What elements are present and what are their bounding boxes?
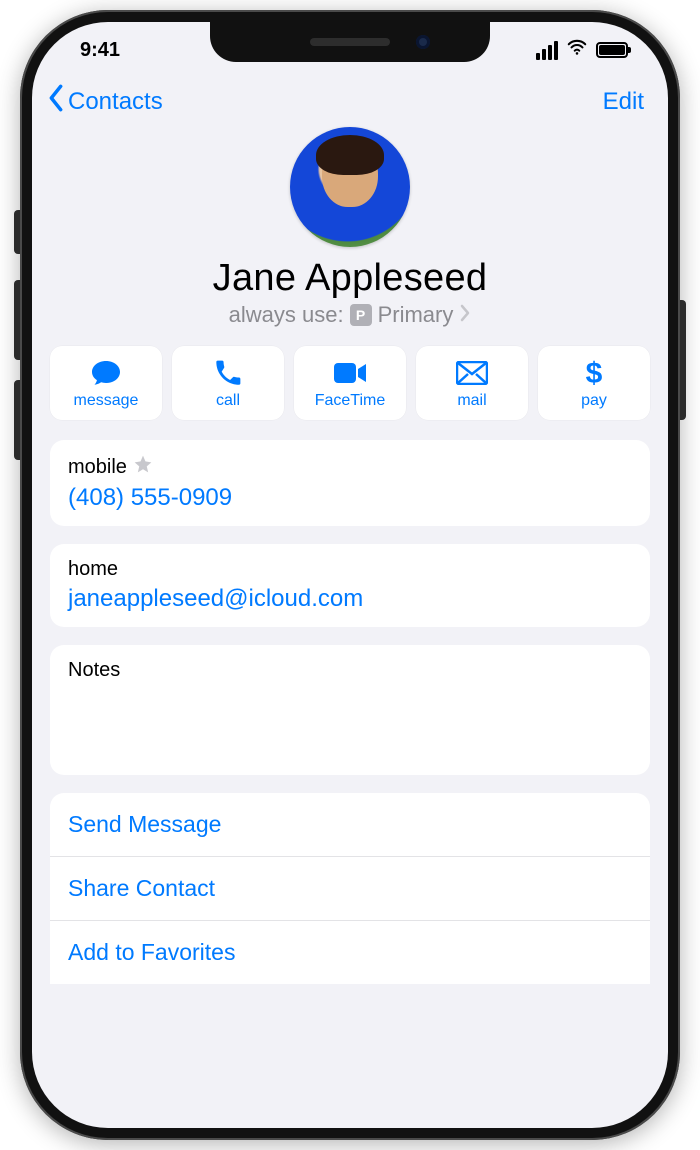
phone-card[interactable]: mobile (408) 555-0909 xyxy=(50,440,650,526)
phone-icon xyxy=(214,358,242,388)
share-contact-row[interactable]: Share Contact xyxy=(50,857,650,921)
back-label: Contacts xyxy=(68,88,163,116)
wifi-icon xyxy=(566,36,588,64)
star-icon xyxy=(133,454,153,480)
cellular-icon xyxy=(536,41,558,60)
mail-icon xyxy=(456,358,488,388)
chevron-left-icon xyxy=(46,84,66,119)
add-favorites-row[interactable]: Add to Favorites xyxy=(50,921,650,984)
call-label: call xyxy=(216,392,240,410)
status-indicators xyxy=(536,36,628,64)
video-icon xyxy=(333,358,367,388)
battery-icon xyxy=(596,42,628,58)
status-time: 9:41 xyxy=(80,39,120,62)
facetime-label: FaceTime xyxy=(315,392,386,410)
default-line-row[interactable]: always use: P Primary xyxy=(52,302,648,328)
mail-label: mail xyxy=(457,392,486,410)
dollar-icon: $ xyxy=(584,358,604,388)
send-message-row[interactable]: Send Message xyxy=(50,793,650,857)
pay-button[interactable]: $ pay xyxy=(538,346,650,420)
message-label: message xyxy=(74,392,139,410)
phone-label: mobile xyxy=(68,456,127,479)
email-card[interactable]: home janeappleseed@icloud.com xyxy=(50,544,650,627)
mail-button[interactable]: mail xyxy=(416,346,528,420)
contact-name: Jane Appleseed xyxy=(52,257,648,300)
primary-label: Primary xyxy=(378,302,454,328)
always-use-label: always use: xyxy=(229,302,344,328)
notes-label: Notes xyxy=(68,659,120,682)
back-button[interactable]: Contacts xyxy=(46,84,163,119)
notes-card[interactable]: Notes xyxy=(50,645,650,775)
message-button[interactable]: message xyxy=(50,346,162,420)
phone-value: (408) 555-0909 xyxy=(68,484,632,512)
primary-badge-icon: P xyxy=(350,304,372,326)
message-icon xyxy=(90,358,122,388)
chevron-right-icon xyxy=(459,302,471,328)
email-value: janeappleseed@icloud.com xyxy=(68,585,632,613)
call-button[interactable]: call xyxy=(172,346,284,420)
edit-button[interactable]: Edit xyxy=(603,88,644,116)
svg-text:$: $ xyxy=(586,357,603,389)
pay-label: pay xyxy=(581,392,607,410)
email-label: home xyxy=(68,558,118,581)
avatar[interactable] xyxy=(290,127,410,247)
facetime-button[interactable]: FaceTime xyxy=(294,346,406,420)
